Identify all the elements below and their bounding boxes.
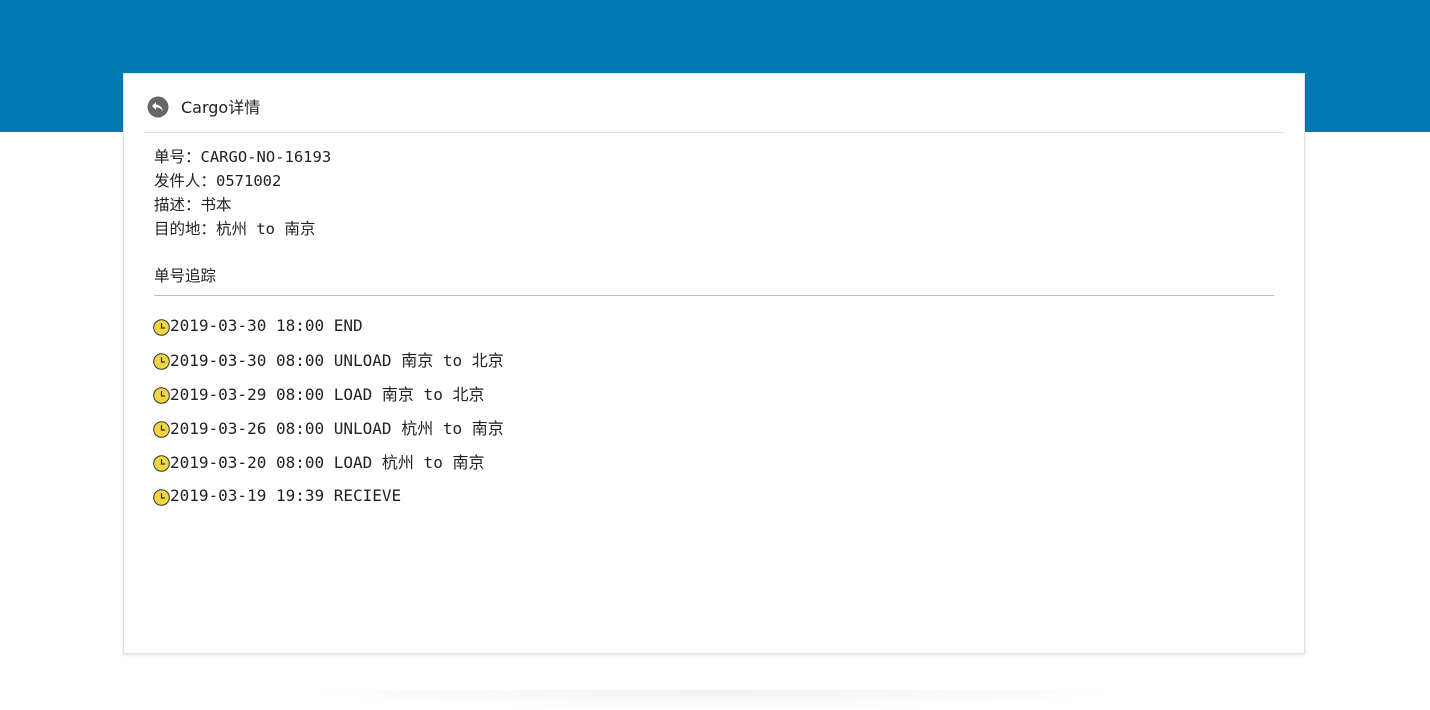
- tracking-event: 2019-03-19 19:39 RECIEVE: [153, 478, 504, 512]
- tracking-event-text: 2019-03-20 08:00 LOAD 杭州 to 南京: [170, 453, 485, 472]
- cargo-detail-card: Cargo详情 单号：CARGO-NO-16193 发件人：0571002 描述…: [123, 73, 1305, 654]
- order-number: 单号：CARGO-NO-16193: [154, 148, 332, 166]
- back-arrow-circle-icon[interactable]: [147, 96, 169, 118]
- page-title: Cargo详情: [181, 98, 261, 117]
- tracking-event: 2019-03-26 08:00 UNLOAD 杭州 to 南京: [153, 410, 504, 444]
- tracking-list: 2019-03-30 18:00 END 2019-03-30 08:00 UNL…: [153, 308, 504, 512]
- card-header: Cargo详情: [144, 74, 1285, 133]
- clock-icon: [153, 387, 170, 404]
- tracking-event-text: 2019-03-29 08:00 LOAD 南京 to 北京: [170, 385, 485, 404]
- clock-icon: [153, 319, 170, 336]
- clock-icon: [153, 489, 170, 506]
- clock-icon: [153, 353, 170, 370]
- tracking-title: 单号追踪: [154, 267, 217, 285]
- tracking-event-text: 2019-03-30 18:00 END: [170, 315, 363, 335]
- sender: 发件人：0571002: [154, 172, 282, 190]
- footer-shadow: [300, 690, 1130, 710]
- back-button[interactable]: [147, 96, 169, 118]
- tracking-event-text: 2019-03-30 08:00 UNLOAD 南京 to 北京: [170, 351, 504, 370]
- clock-icon: [153, 455, 170, 472]
- clock-icon: [153, 421, 170, 438]
- destination: 目的地：杭州 to 南京: [154, 220, 316, 238]
- tracking-event-text: 2019-03-19 19:39 RECIEVE: [170, 485, 402, 505]
- tracking-divider: [154, 295, 1274, 296]
- tracking-event: 2019-03-30 08:00 UNLOAD 南京 to 北京: [153, 342, 504, 376]
- tracking-event: 2019-03-20 08:00 LOAD 杭州 to 南京: [153, 444, 504, 478]
- tracking-event: 2019-03-29 08:00 LOAD 南京 to 北京: [153, 376, 504, 410]
- tracking-event: 2019-03-30 18:00 END: [153, 308, 504, 342]
- cargo-info: 单号：CARGO-NO-16193 发件人：0571002 描述：书本 目的地：…: [154, 145, 331, 241]
- tracking-event-text: 2019-03-26 08:00 UNLOAD 杭州 to 南京: [170, 419, 504, 438]
- description: 描述：书本: [154, 196, 232, 214]
